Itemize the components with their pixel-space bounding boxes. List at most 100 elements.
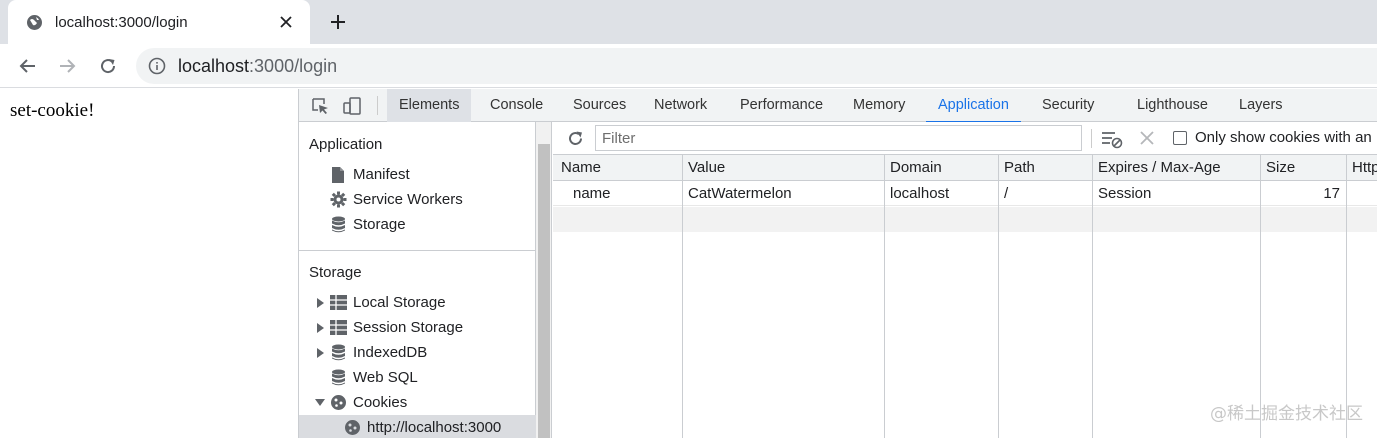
table-grid-icon [329, 319, 347, 337]
cookie-table: Name Value Domain Path Expires / Max-Age… [553, 155, 1377, 438]
sidebar-item-service-workers[interactable]: Service Workers [299, 187, 536, 212]
page-text: set-cookie! [10, 100, 95, 121]
application-sidebar: Application Manifest Service Workers Sto… [299, 122, 536, 438]
database-icon [329, 344, 347, 362]
clear-filtered-cookies-icon[interactable] [1101, 128, 1123, 150]
sidebar-item-label: Local Storage [353, 294, 446, 311]
devtools-tab-bar: Elements Console Sources Network Perform… [299, 89, 1377, 123]
address-bar[interactable]: localhost:3000/login [136, 48, 1377, 84]
watermark: @稀土掘金技术社区 [1210, 404, 1363, 424]
cookie-filter-input[interactable] [595, 125, 1082, 151]
column-header-name[interactable]: Name [561, 155, 679, 180]
tab-security[interactable]: Security [1030, 89, 1106, 122]
column-divider [1260, 155, 1261, 438]
info-icon[interactable] [148, 57, 166, 75]
column-divider [998, 155, 999, 438]
delete-cookie-icon[interactable] [1137, 128, 1157, 148]
close-tab-icon[interactable] [276, 12, 296, 32]
cell-size: 17 [1323, 185, 1340, 202]
cell-path: / [1004, 185, 1009, 202]
gear-icon [329, 191, 347, 209]
new-tab-icon[interactable] [325, 9, 351, 35]
tab-label: Network [654, 97, 708, 113]
tab-label: Memory [853, 97, 906, 113]
back-arrow-icon[interactable] [14, 52, 42, 80]
collapse-triangle-icon[interactable] [315, 399, 325, 406]
toolbar-separator [1091, 129, 1092, 148]
expand-triangle-icon[interactable] [315, 322, 325, 333]
column-header-size[interactable]: Size [1266, 155, 1344, 180]
tab-label: Security [1042, 97, 1095, 113]
forward-arrow-icon[interactable] [53, 52, 81, 80]
tab-label: Elements [399, 97, 460, 113]
only-show-issues-checkbox[interactable] [1173, 131, 1187, 145]
tab-lighthouse[interactable]: Lighthouse [1125, 89, 1220, 122]
tab-elements[interactable]: Elements [387, 89, 472, 122]
cookie-toolbar: Only show cookies with an [553, 122, 1377, 155]
tab-network[interactable]: Network [642, 89, 719, 122]
browser-tab[interactable]: localhost:3000/login [8, 0, 310, 44]
browser-tab-strip: localhost:3000/login [0, 0, 1377, 44]
globe-icon [26, 14, 43, 31]
sidebar-item-label: Session Storage [353, 319, 464, 336]
tab-application[interactable]: Application [926, 89, 1021, 123]
page-viewport: set-cookie! [0, 89, 298, 438]
column-header-path[interactable]: Path [1004, 155, 1090, 180]
tab-label: Lighthouse [1137, 97, 1208, 113]
cell-domain: localhost [890, 185, 950, 202]
column-header-httponly[interactable]: Http [1352, 155, 1377, 180]
sidebar-item-manifest[interactable]: Manifest [299, 162, 536, 187]
scrollbar-thumb[interactable] [538, 144, 550, 438]
sidebar-item-cookies[interactable]: Cookies [299, 390, 536, 415]
database-icon [329, 216, 347, 234]
sidebar-item-session-storage[interactable]: Session Storage [299, 315, 536, 340]
document-icon [329, 166, 347, 184]
tab-sources[interactable]: Sources [561, 89, 638, 122]
cell-value: CatWatermelon [688, 185, 792, 202]
cookie-icon [343, 419, 361, 437]
sidebar-item-web-sql[interactable]: Web SQL [299, 365, 536, 390]
refresh-icon[interactable] [565, 128, 585, 148]
tab-performance[interactable]: Performance [728, 89, 835, 122]
sidebar-item-label: Web SQL [353, 369, 418, 386]
url-path: :3000/login [249, 55, 338, 76]
sidebar-item-label: Manifest [353, 166, 410, 183]
tabbar-separator [377, 96, 378, 115]
tab-console[interactable]: Console [478, 89, 555, 122]
cookie-panel: Only show cookies with an Name Value Dom… [553, 122, 1377, 438]
browser-toolbar: localhost:3000/login [0, 44, 1377, 88]
tab-label: Application [938, 97, 1009, 113]
cell-expires: Session [1098, 185, 1152, 202]
sidebar-heading-application: Application [309, 136, 383, 153]
tab-label: Sources [573, 97, 627, 113]
tab-title: localhost:3000/login [55, 13, 188, 31]
only-show-issues-label: Only show cookies with an [1195, 129, 1372, 146]
sidebar-scrollbar[interactable] [536, 122, 552, 438]
sidebar-item-indexeddb[interactable]: IndexedDB [299, 340, 536, 365]
cell-name: name [573, 185, 611, 202]
sidebar-item-label: IndexedDB [353, 344, 428, 361]
tab-memory[interactable]: Memory [841, 89, 917, 122]
sidebar-item-storage-overview[interactable]: Storage [299, 212, 536, 237]
device-toolbar-icon[interactable] [341, 95, 363, 117]
sidebar-item-cookie-origin[interactable]: http://localhost:3000 [299, 415, 536, 438]
sidebar-item-local-storage[interactable]: Local Storage [299, 290, 536, 315]
sidebar-heading-storage: Storage [309, 264, 362, 281]
table-row[interactable]: name CatWatermelon localhost / Session 1… [553, 181, 1377, 206]
cookie-icon [329, 394, 347, 412]
sidebar-divider [299, 250, 536, 251]
tab-label: Layers [1239, 97, 1283, 113]
table-row-empty[interactable] [553, 207, 1377, 232]
reload-icon[interactable] [94, 52, 122, 80]
expand-triangle-icon[interactable] [315, 347, 325, 358]
tab-label: Performance [740, 97, 824, 113]
expand-triangle-icon[interactable] [315, 297, 325, 308]
column-header-domain[interactable]: Domain [890, 155, 996, 180]
column-header-expires[interactable]: Expires / Max-Age [1098, 155, 1258, 180]
sidebar-item-label: Service Workers [353, 191, 463, 208]
address-url: localhost:3000/login [178, 56, 337, 77]
tab-layers[interactable]: Layers [1227, 89, 1295, 122]
column-header-value[interactable]: Value [688, 155, 883, 180]
column-divider [1092, 155, 1093, 438]
inspect-element-icon[interactable] [309, 95, 331, 117]
